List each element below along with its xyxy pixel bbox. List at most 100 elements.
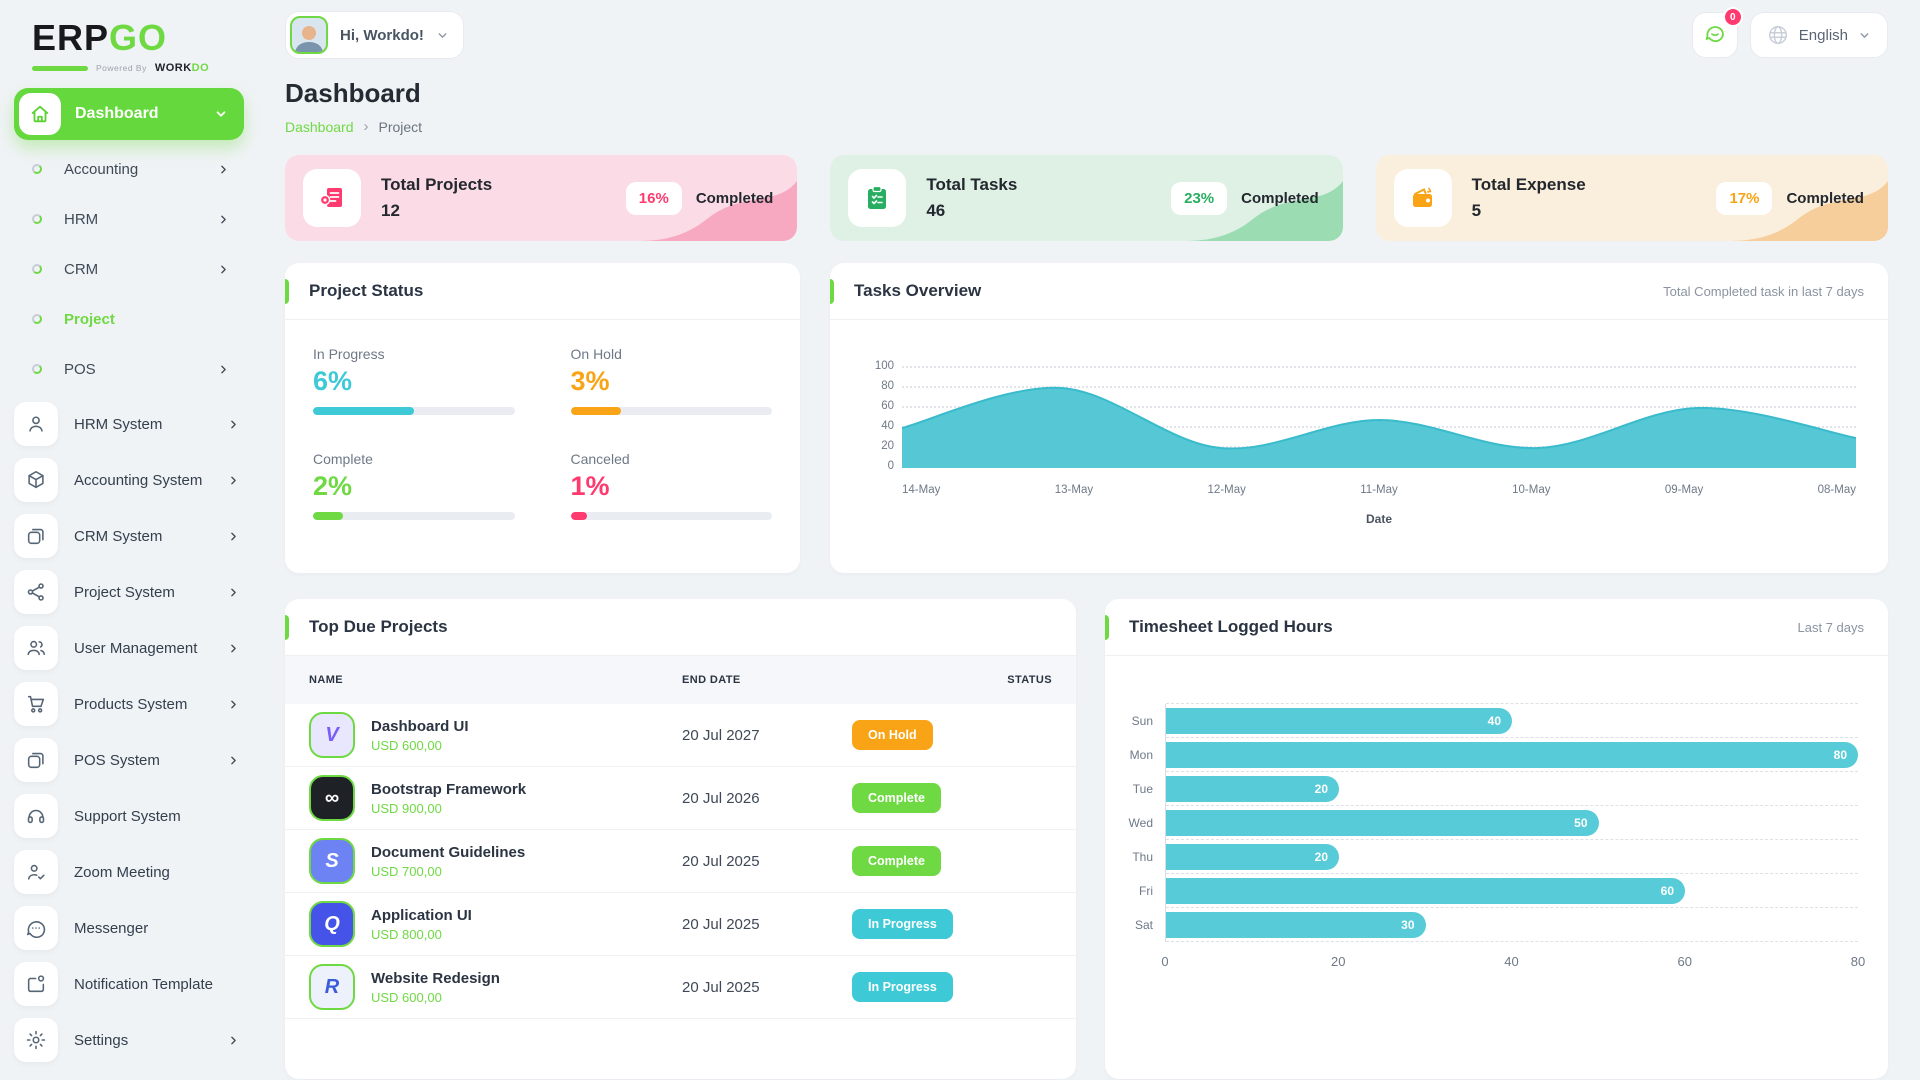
project-avatar: S xyxy=(309,838,355,884)
x-axis-tick-label: 14-May xyxy=(902,484,940,496)
y-axis-tick-label: 80 xyxy=(862,380,894,392)
card-title: Timesheet Logged Hours xyxy=(1129,617,1333,637)
app-logo[interactable]: ERPGO Powered By WORKDO xyxy=(32,20,244,74)
bar-value-label: 50 xyxy=(1574,816,1587,830)
project-avatar: Q xyxy=(309,901,355,947)
sidebar-item-pos-system[interactable]: POS System xyxy=(14,732,244,788)
chevron-right-icon xyxy=(227,642,240,655)
status-metric-canceled: Canceled 1% xyxy=(571,451,773,520)
bar-value-label: 40 xyxy=(1488,714,1501,728)
bar: 40 xyxy=(1166,708,1512,734)
sidebar-item-pos[interactable]: POS xyxy=(14,344,244,394)
sidebar-item-hrm[interactable]: HRM xyxy=(14,194,244,244)
stats-row: Total Projects 12 16% Completed Total Ta… xyxy=(285,155,1888,241)
project-status-card: Project Status In Progress 6% On Hold 3%… xyxy=(285,263,800,573)
table-row[interactable]: S Document Guidelines USD 700,00 20 Jul … xyxy=(285,830,1076,893)
bar: 80 xyxy=(1166,742,1858,768)
chevron-right-icon xyxy=(227,530,240,543)
sidebar-item-accounting[interactable]: Accounting xyxy=(14,144,244,194)
breadcrumb-dashboard-link[interactable]: Dashboard xyxy=(285,119,354,135)
notifications-button[interactable]: 0 xyxy=(1692,12,1738,58)
project-name: Application UI xyxy=(371,907,472,924)
bullet-icon xyxy=(32,264,42,274)
chevron-right-icon xyxy=(227,1034,240,1047)
chevron-right-icon xyxy=(217,363,230,376)
bar-row: 30 xyxy=(1166,908,1858,942)
bar-category-label: Thu xyxy=(1117,840,1165,874)
bar-value-label: 30 xyxy=(1401,918,1414,932)
project-price: USD 900,00 xyxy=(371,801,526,816)
bar-category-label: Wed xyxy=(1117,806,1165,840)
bar-value-label: 60 xyxy=(1661,884,1674,898)
sidebar-item-notification-template[interactable]: Notification Template xyxy=(14,956,244,1012)
bar-chart-plot: 40 80 20 50 20 60 30 xyxy=(1165,704,1858,942)
chevron-down-icon xyxy=(436,29,449,42)
bar-category-label: Sun xyxy=(1117,704,1165,738)
notification-count-badge: 0 xyxy=(1723,7,1743,27)
top-due-projects-card: Top Due Projects NAME END DATE STATUS V … xyxy=(285,599,1076,1079)
main-content: Hi, Workdo! 0 English Dashboard Dashboar… xyxy=(258,0,1920,1079)
language-selector[interactable]: English xyxy=(1750,12,1888,58)
bar-value-label: 20 xyxy=(1315,782,1328,796)
project-price: USD 800,00 xyxy=(371,927,472,942)
sidebar-item-user-management[interactable]: User Management xyxy=(14,620,244,676)
projects-icon xyxy=(303,169,361,227)
table-row[interactable]: ∞ Bootstrap Framework USD 900,00 20 Jul … xyxy=(285,767,1076,830)
x-axis-tick-label: 13-May xyxy=(1055,484,1093,496)
x-axis-tick-label: 40 xyxy=(1504,954,1518,969)
cart-icon xyxy=(14,682,58,726)
sidebar-item-project[interactable]: Project xyxy=(14,294,244,344)
project-avatar: V xyxy=(309,712,355,758)
sidebar-item-hrm-system[interactable]: HRM System xyxy=(14,396,244,452)
table-row[interactable]: Q Application UI USD 800,00 20 Jul 2025 … xyxy=(285,893,1076,956)
sidebar-item-project-system[interactable]: Project System xyxy=(14,564,244,620)
bar-category-label: Tue xyxy=(1117,772,1165,806)
table-row[interactable]: V Dashboard UI USD 600,00 20 Jul 2027 On… xyxy=(285,704,1076,767)
end-date: 20 Jul 2025 xyxy=(682,979,852,996)
sidebar-item-crm-system[interactable]: CRM System xyxy=(14,508,244,564)
table-header: NAME END DATE STATUS xyxy=(285,656,1076,704)
total-expense-card: Total Expense 5 17% Completed xyxy=(1376,155,1888,241)
sidebar-item-dashboard[interactable]: Dashboard xyxy=(14,88,244,140)
chevron-right-icon xyxy=(227,474,240,487)
status-badge: Complete xyxy=(852,783,941,813)
cards-icon xyxy=(14,738,58,782)
x-axis-title: Date xyxy=(902,512,1856,526)
gear-icon xyxy=(14,1018,58,1062)
profile-menu[interactable]: Hi, Workdo! xyxy=(285,11,464,59)
y-axis-tick-label: 20 xyxy=(862,440,894,452)
stat-value: 12 xyxy=(381,201,492,221)
sidebar-item-products-system[interactable]: Products System xyxy=(14,676,244,732)
sidebar-item-accounting-system[interactable]: Accounting System xyxy=(14,452,244,508)
sidebar-item-support-system[interactable]: Support System xyxy=(14,788,244,844)
sidebar-item-crm[interactable]: CRM xyxy=(14,244,244,294)
globe-icon xyxy=(1767,24,1789,46)
progress-track xyxy=(571,512,773,520)
language-label: English xyxy=(1799,27,1848,44)
card-title: Top Due Projects xyxy=(309,617,448,637)
header-accent-bar xyxy=(830,279,834,304)
percent-badge: 23% xyxy=(1171,182,1227,215)
project-price: USD 600,00 xyxy=(371,738,469,753)
user-icon xyxy=(14,402,58,446)
bar-value-label: 20 xyxy=(1315,850,1328,864)
topbar: Hi, Workdo! 0 English xyxy=(285,10,1888,60)
status-metric-complete: Complete 2% xyxy=(313,451,515,520)
bullet-icon xyxy=(32,164,42,174)
x-axis-tick-label: 11-May xyxy=(1360,484,1398,496)
sidebar-item-zoom-meeting[interactable]: Zoom Meeting xyxy=(14,844,244,900)
bar-row: 50 xyxy=(1166,806,1858,840)
sidebar-item-messenger[interactable]: Messenger xyxy=(14,900,244,956)
chevron-right-icon xyxy=(217,213,230,226)
status-badge: On Hold xyxy=(852,720,933,750)
breadcrumb-separator: › xyxy=(364,118,369,135)
chat-bubble-icon xyxy=(1703,23,1727,47)
x-axis-tick-label: 0 xyxy=(1161,954,1168,969)
chevron-right-icon xyxy=(217,163,230,176)
sidebar-item-settings[interactable]: Settings xyxy=(14,1012,244,1068)
progress-fill xyxy=(313,512,343,520)
y-axis-tick-label: 0 xyxy=(862,460,894,472)
table-row[interactable]: R Website Redesign USD 600,00 20 Jul 202… xyxy=(285,956,1076,1019)
chevron-right-icon xyxy=(227,418,240,431)
completed-label: Completed xyxy=(696,190,774,207)
